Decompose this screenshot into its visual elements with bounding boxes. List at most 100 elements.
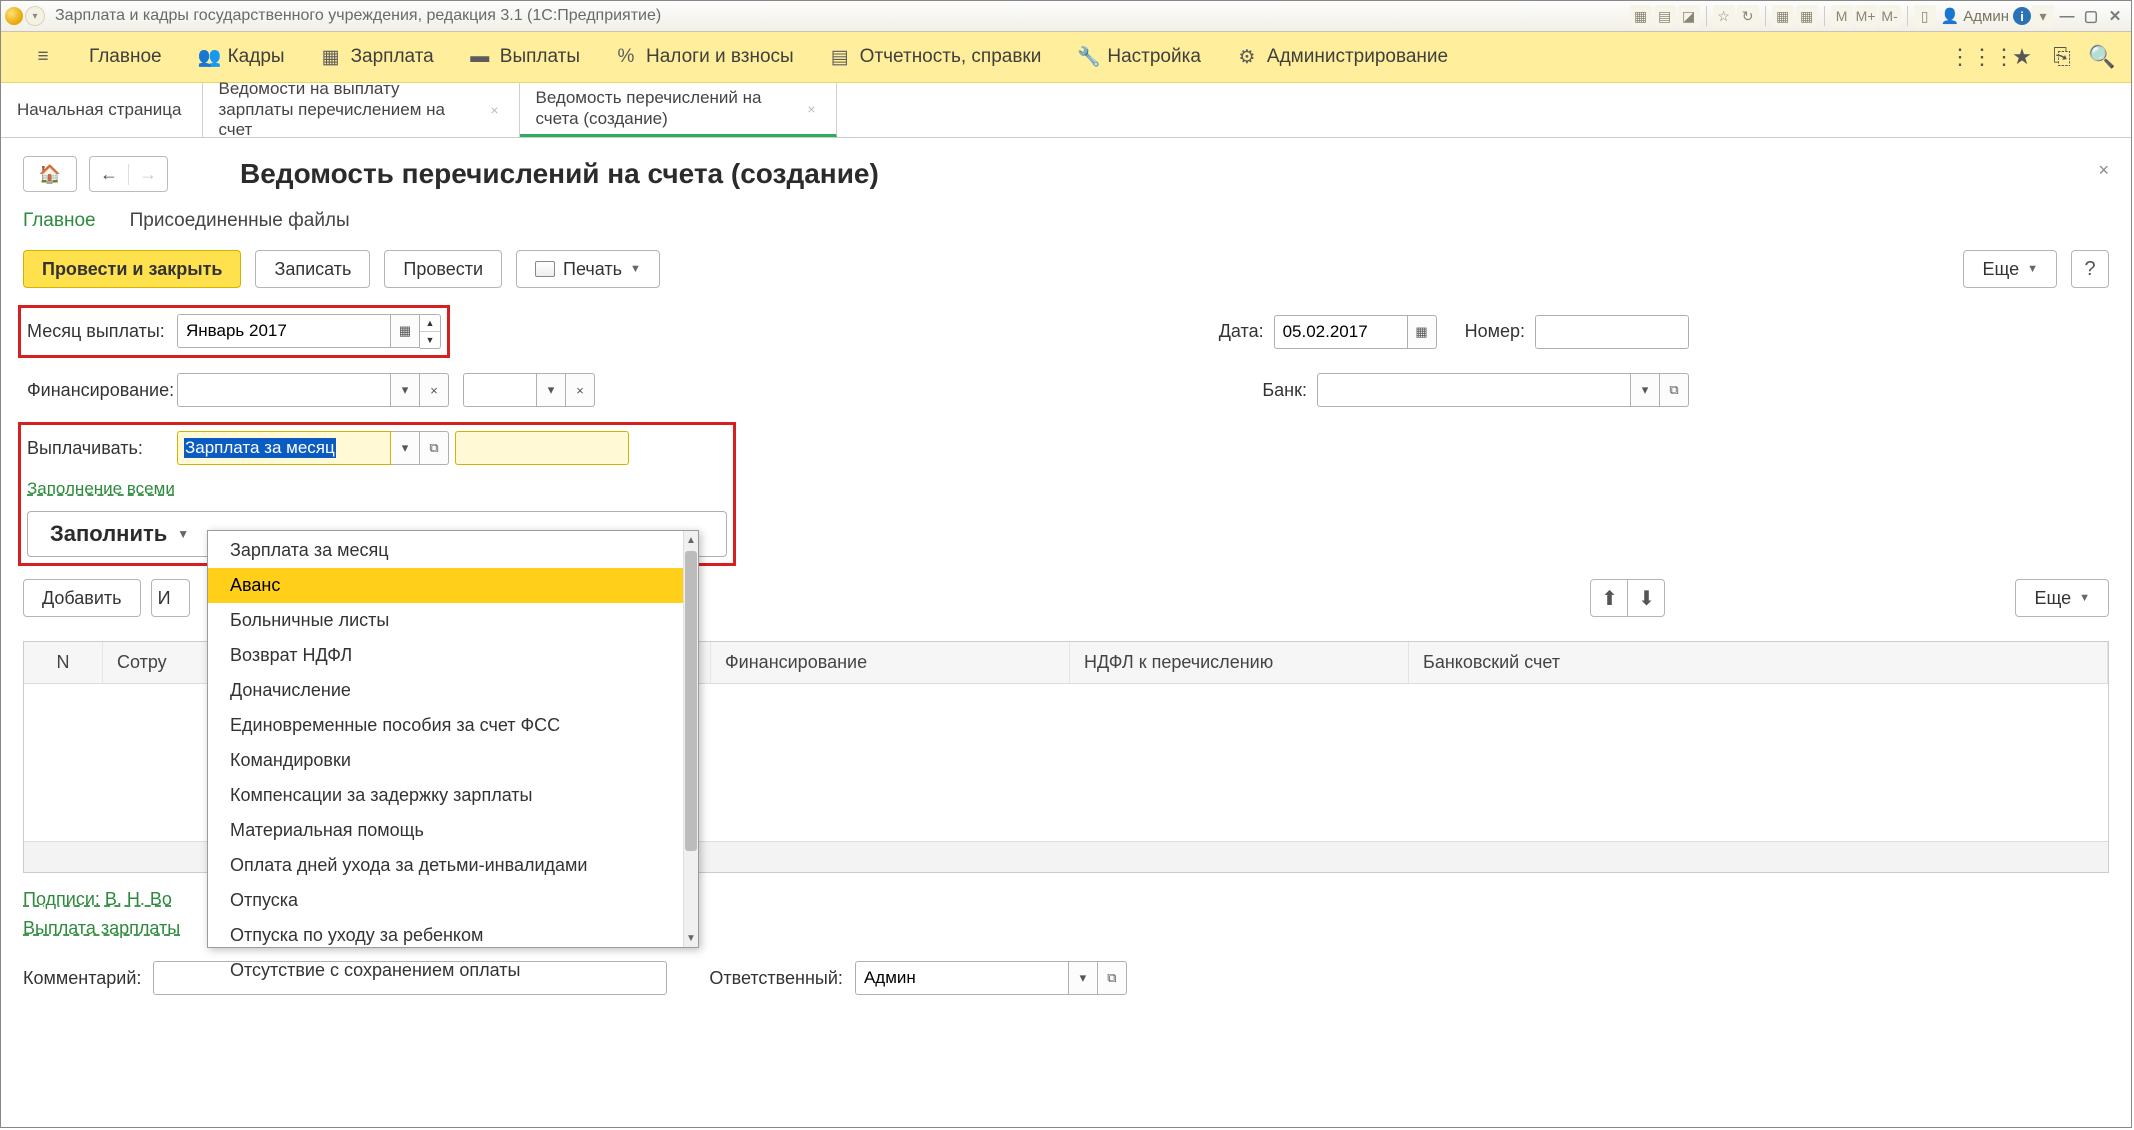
menu-hr[interactable]: 👥Кадры xyxy=(180,32,303,82)
finance-field[interactable] xyxy=(177,373,391,407)
m-icon[interactable]: M xyxy=(1831,5,1853,27)
spin-down-icon[interactable]: ▼ xyxy=(420,331,440,348)
write-button[interactable]: Записать xyxy=(255,250,370,288)
dropdown-item[interactable]: Материальная помощь xyxy=(208,813,683,848)
tab-close-icon[interactable]: × xyxy=(490,102,498,118)
calc-icon[interactable]: ▦ xyxy=(1772,5,1794,27)
dropdown-item[interactable]: Отсутствие с сохранением оплаты xyxy=(208,953,683,988)
minimize-icon[interactable]: — xyxy=(2057,8,2077,25)
payout-extra-field[interactable] xyxy=(455,431,629,465)
signatures-link[interactable]: Подписи: В. Н. Во xyxy=(23,889,172,910)
home-button[interactable]: 🏠 xyxy=(23,156,77,192)
panel-icon[interactable]: ▯ xyxy=(1914,5,1936,27)
dropdown-item[interactable]: Зарплата за месяц xyxy=(208,533,683,568)
payout-drop-icon[interactable]: ▾ xyxy=(391,431,420,465)
apps-icon[interactable]: ⋮⋮⋮ xyxy=(1967,42,1997,72)
post-and-close-button[interactable]: Провести и закрыть xyxy=(23,250,241,288)
payout-open-icon[interactable]: ⧉ xyxy=(420,431,449,465)
date-picker-icon[interactable]: ▦ xyxy=(1408,315,1437,349)
more-button[interactable]: Еще▼ xyxy=(1963,250,2057,288)
finance2-drop-icon[interactable]: ▾ xyxy=(537,373,566,407)
titlebar-btn-3[interactable]: ◪ xyxy=(1678,5,1700,27)
table-more-button[interactable]: Еще▼ xyxy=(2015,579,2109,617)
clipboard-icon[interactable]: ⎘ xyxy=(2047,42,2077,72)
search-icon[interactable]: 🔍 xyxy=(2087,42,2117,72)
tab-start-page[interactable]: Начальная страница xyxy=(1,83,203,137)
month-field[interactable] xyxy=(177,314,391,348)
bank-open-icon[interactable]: ⧉ xyxy=(1660,373,1689,407)
dropdown-item[interactable]: Компенсации за задержку зарплаты xyxy=(208,778,683,813)
tab-close-icon[interactable]: × xyxy=(807,101,815,117)
number-field[interactable] xyxy=(1535,315,1689,349)
responsible-drop-icon[interactable]: ▾ xyxy=(1069,961,1098,995)
dropdown-item[interactable]: Единовременные пособия за счет ФСС xyxy=(208,708,683,743)
menu-burger[interactable]: ≡ xyxy=(15,32,71,82)
maximize-icon[interactable]: ▢ xyxy=(2081,7,2101,25)
nav-back-icon[interactable]: ← xyxy=(90,164,128,185)
tabs-bar: Начальная страница Ведомости на выплату … xyxy=(1,83,2131,138)
dropdown-item[interactable]: Отпуска по уходу за ребенком xyxy=(208,918,683,953)
m-minus-icon[interactable]: M- xyxy=(1879,5,1901,27)
menu-reports[interactable]: ▤Отчетность, справки xyxy=(812,32,1060,82)
add-row-button[interactable]: Добавить xyxy=(23,579,141,617)
spin-up-icon[interactable]: ▲ xyxy=(420,315,440,331)
payout-field[interactable]: Зарплата за месяц xyxy=(177,431,391,465)
finance2-field[interactable] xyxy=(463,373,537,407)
favorites-icon[interactable]: ☆ xyxy=(1713,5,1735,27)
finance-drop-icon[interactable]: ▾ xyxy=(391,373,420,407)
titlebar-drop2[interactable]: ▾ xyxy=(2032,5,2054,27)
tab-vedomost-create[interactable]: Ведомость перечислений на счета (создани… xyxy=(520,83,837,137)
menu-taxes[interactable]: %Налоги и взносы xyxy=(598,32,812,82)
dropdown-item[interactable]: Отпуска xyxy=(208,883,683,918)
close-page-icon[interactable]: × xyxy=(2098,160,2109,181)
menu-payouts[interactable]: ▬Выплаты xyxy=(452,32,598,82)
dropdown-scrollbar[interactable]: ▲ ▼ xyxy=(683,531,698,947)
help-button[interactable]: ? xyxy=(2071,250,2109,288)
nav-forward-icon[interactable]: → xyxy=(128,164,167,185)
titlebar-dropdown-icon[interactable]: ▾ xyxy=(25,6,45,26)
star-icon[interactable]: ★ xyxy=(2007,42,2037,72)
dropdown-item[interactable]: Командировки xyxy=(208,743,683,778)
move-down-icon[interactable]: ⬇ xyxy=(1628,579,1665,617)
menu-setup[interactable]: 🔧Настройка xyxy=(1059,32,1219,82)
bank-field[interactable] xyxy=(1317,373,1631,407)
post-button[interactable]: Провести xyxy=(384,250,502,288)
titlebar-btn-2[interactable]: ▤ xyxy=(1654,5,1676,27)
subtab-files[interactable]: Присоединенные файлы xyxy=(130,210,350,232)
titlebar-btn-1[interactable]: ▦ xyxy=(1630,5,1652,27)
info-icon[interactable]: i xyxy=(2013,7,2031,25)
finance2-clear-icon[interactable]: × xyxy=(566,373,595,407)
close-window-icon[interactable]: ✕ xyxy=(2105,7,2125,25)
m-plus-icon[interactable]: M+ xyxy=(1855,5,1877,27)
payout-link[interactable]: Выплата зарплаты xyxy=(23,918,180,939)
col-finance[interactable]: Финансирование xyxy=(711,642,1070,683)
dropdown-item[interactable]: Оплата дней ухода за детьми-инвалидами xyxy=(208,848,683,883)
dropdown-item[interactable]: Аванс xyxy=(208,568,683,603)
col-n[interactable]: N xyxy=(24,642,103,683)
tab-vedomosti-list[interactable]: Ведомости на выплату зарплаты перечислен… xyxy=(203,83,520,137)
history-icon[interactable]: ↻ xyxy=(1737,5,1759,27)
col-ndfl[interactable]: НДФЛ к перечислению xyxy=(1070,642,1409,683)
menu-main[interactable]: Главное xyxy=(71,32,180,82)
subtab-main[interactable]: Главное xyxy=(23,210,96,232)
move-up-icon[interactable]: ⬆ xyxy=(1590,579,1628,617)
bank-drop-icon[interactable]: ▾ xyxy=(1631,373,1660,407)
calendar-icon[interactable]: ▦ xyxy=(1796,5,1818,27)
toolbar-btn-trunc[interactable]: И xyxy=(151,579,190,617)
dropdown-item[interactable]: Больничные листы xyxy=(208,603,683,638)
month-spinner[interactable]: ▲ ▼ xyxy=(420,314,441,349)
print-button[interactable]: Печать ▼ xyxy=(516,250,660,288)
menu-admin[interactable]: ⚙Администрирование xyxy=(1219,32,1466,82)
date-field[interactable] xyxy=(1274,315,1408,349)
menu-salary[interactable]: ▦Зарплата xyxy=(303,32,452,82)
finance-clear-icon[interactable]: × xyxy=(420,373,449,407)
responsible-field[interactable] xyxy=(855,961,1069,995)
user-label[interactable]: 👤 Админ xyxy=(1941,7,2009,25)
month-picker-icon[interactable]: ▦ xyxy=(391,314,420,348)
responsible-open-icon[interactable]: ⧉ xyxy=(1098,961,1127,995)
fill-all-link[interactable]: Заполнение всеми xyxy=(27,479,175,498)
col-bank[interactable]: Банковский счет xyxy=(1409,642,2108,683)
dropdown-item[interactable]: Доначисление xyxy=(208,673,683,708)
number-label: Номер: xyxy=(1465,321,1525,342)
dropdown-item[interactable]: Возврат НДФЛ xyxy=(208,638,683,673)
